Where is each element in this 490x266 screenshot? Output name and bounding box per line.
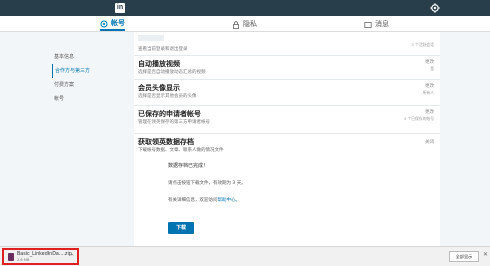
section-right: 更改 是 bbox=[425, 60, 434, 72]
sidebar-item-subscriptions[interactable]: 付费方案 bbox=[52, 78, 122, 92]
section-status: 3 个已保存的帐号 bbox=[403, 116, 434, 121]
account-gear-icon bbox=[100, 20, 108, 27]
settings-tabs: 帐号 隐私 消息 bbox=[0, 16, 490, 32]
settings-section-data-archive: 获取领英数据存档 下载帐号数据、文章、联系人做的情况文件 关闭 数据存档已完成！… bbox=[134, 134, 440, 238]
section-title: 自动播放视频 bbox=[138, 60, 180, 68]
download-file-size: 2.6 MB bbox=[17, 258, 30, 262]
archive-note-validity: 请点击按钮下载文件，有效期为 3 天。 bbox=[168, 181, 246, 186]
section-right: 3 个活跃会话 bbox=[411, 42, 434, 48]
browser-download-bar: Basic_LinkedInDa....zip 2.6 MB ^ 全部显示 ✕ bbox=[0, 246, 490, 266]
section-desc: 选择是否显示其他会员的头像 bbox=[138, 94, 197, 99]
settings-section-autoplay[interactable]: 自动播放视频 选择是否自动播放动态汇总的视频 更改 是 bbox=[134, 56, 440, 80]
tab-account-label: 帐号 bbox=[111, 19, 125, 27]
gear-icon[interactable] bbox=[430, 3, 440, 13]
section-right: 关闭 bbox=[425, 140, 434, 146]
message-icon bbox=[364, 21, 372, 28]
section-desc: 管理在领英保存的第三方申请者帐号 bbox=[138, 120, 210, 125]
settings-sidebar: 基本信息 合作方与第三方 付费方案 帐号 bbox=[52, 50, 122, 106]
archive-subtitle: 下载帐号数据、文章、联系人做的情况文件 bbox=[138, 148, 224, 153]
section-status: 是 bbox=[430, 66, 434, 71]
section-desc: 查看当前登录和退出登录 bbox=[138, 47, 188, 52]
archive-title: 获取领英数据存档 bbox=[138, 138, 194, 146]
settings-section-profile-photos[interactable]: 会员头像显示 选择是否显示其他会员的头像 更改 所有人 bbox=[134, 80, 440, 106]
section-right: 更改 3 个已保存的帐号 bbox=[404, 110, 434, 122]
archive-ready-text: 数据存档已完成！ bbox=[168, 163, 209, 169]
section-title: 会员头像显示 bbox=[138, 84, 180, 92]
linkedin-logo[interactable]: in bbox=[115, 3, 125, 13]
archive-note-help: 有关详细信息，欢迎访问帮助中心。 bbox=[168, 197, 434, 204]
settings-main-panel: 查看当前登录和退出登录 3 个活跃会话 自动播放视频 选择是否自动播放动态汇总的… bbox=[134, 32, 440, 246]
sidebar-item-account[interactable]: 帐号 bbox=[52, 92, 122, 106]
sidebar-item-basic-info[interactable]: 基本信息 bbox=[52, 50, 122, 64]
section-desc: 选择是否自动播放动态汇总的视频 bbox=[138, 70, 206, 75]
close-link[interactable]: 关闭 bbox=[425, 140, 434, 146]
tab-messages-label: 消息 bbox=[375, 20, 389, 28]
download-file-name: Basic_LinkedInDa....zip bbox=[17, 252, 72, 257]
top-navigation-bar: in bbox=[0, 0, 490, 16]
tab-privacy-label: 隐私 bbox=[243, 20, 257, 28]
download-item[interactable]: Basic_LinkedInDa....zip 2.6 MB ^ bbox=[2, 248, 79, 265]
help-center-link[interactable]: 帮助中心。 bbox=[218, 198, 241, 203]
section-status: 3 个活跃会话 bbox=[411, 42, 434, 47]
download-button[interactable]: 下载 bbox=[168, 222, 195, 234]
close-icon[interactable]: ✕ bbox=[483, 251, 488, 258]
archive-note-help-text: 有关详细信息，欢迎访问 bbox=[168, 198, 218, 203]
settings-section-sessions[interactable]: 查看当前登录和退出登录 3 个活跃会话 bbox=[134, 32, 440, 56]
tab-account[interactable]: 帐号 bbox=[100, 18, 125, 31]
chevron-up-icon[interactable]: ^ bbox=[70, 254, 74, 260]
section-right: 更改 所有人 bbox=[423, 84, 434, 96]
sidebar-item-partners[interactable]: 合作方与第三方 bbox=[52, 64, 122, 78]
show-all-downloads-button[interactable]: 全部显示 bbox=[449, 251, 479, 262]
lock-icon bbox=[233, 20, 239, 29]
section-title: 已保存的申请者帐号 bbox=[138, 110, 201, 118]
section-title-cropped bbox=[138, 35, 164, 41]
archive-status-box: 数据存档已完成！ 请点击按钮下载文件，有效期为 3 天。 有关详细信息，欢迎访问… bbox=[168, 163, 434, 234]
zip-file-icon bbox=[8, 253, 14, 261]
tab-messages[interactable]: 消息 bbox=[364, 18, 389, 31]
tab-privacy[interactable]: 隐私 bbox=[232, 18, 257, 31]
settings-section-saved-applicants[interactable]: 已保存的申请者帐号 管理在领英保存的第三方申请者帐号 更改 3 个已保存的帐号 bbox=[134, 106, 440, 134]
section-status: 所有人 bbox=[422, 90, 434, 95]
